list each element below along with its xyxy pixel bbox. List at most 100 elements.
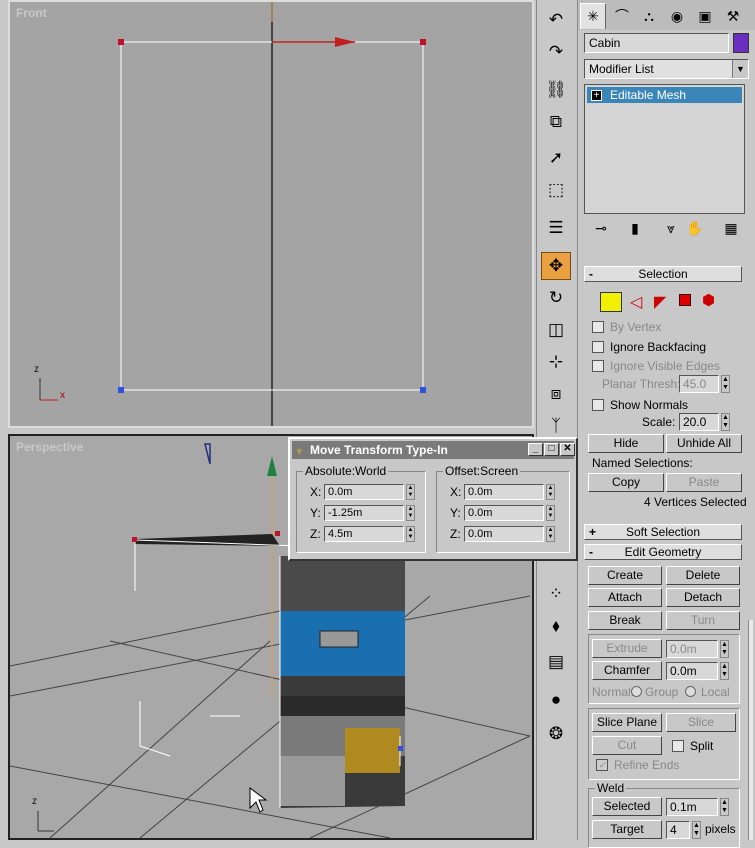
select-link-icon[interactable]: ⛓ bbox=[541, 76, 571, 104]
spinner-arrows-icon[interactable]: ▲ ▼ bbox=[720, 662, 729, 680]
turn-button[interactable]: Turn bbox=[666, 611, 740, 630]
spinner-arrows-icon[interactable]: ▲ ▼ bbox=[546, 505, 555, 521]
make-unique-icon[interactable]: ⩔ bbox=[660, 218, 682, 238]
unhide-all-button[interactable]: Unhide All bbox=[666, 434, 742, 453]
undo-icon[interactable]: ↶ bbox=[541, 6, 571, 34]
create-button[interactable]: Create bbox=[588, 566, 662, 585]
cut-button[interactable]: Cut bbox=[592, 736, 662, 755]
paste-button[interactable]: Paste bbox=[666, 473, 742, 492]
vertex-mode-icon[interactable] bbox=[600, 292, 622, 312]
spinner-arrows-icon[interactable]: ▲ ▼ bbox=[406, 505, 415, 521]
ignore-backfacing-label: Ignore Backfacing bbox=[610, 340, 707, 354]
weld-target-button[interactable]: Target bbox=[592, 820, 662, 839]
delete-button[interactable]: Delete bbox=[666, 566, 740, 585]
chamfer-value[interactable]: 0.0m bbox=[666, 662, 718, 680]
group-radio[interactable] bbox=[631, 686, 642, 697]
face-mode-icon[interactable]: ◤ bbox=[654, 292, 666, 312]
align-icon[interactable]: ⁘ bbox=[541, 580, 571, 608]
select-object-icon[interactable]: ➚ bbox=[541, 144, 571, 172]
scale-tool-icon[interactable]: ◫ bbox=[541, 316, 571, 344]
manipulate-icon[interactable]: ⧈ bbox=[541, 380, 571, 408]
stack-item-editable-mesh[interactable]: + Editable Mesh bbox=[587, 87, 742, 103]
expand-icon[interactable]: + bbox=[591, 89, 602, 101]
dialog-titlebar[interactable]: ♆ Move Transform Type-In _ □ ✕ bbox=[292, 441, 575, 459]
weld-threshold-value[interactable]: 0.1m bbox=[666, 798, 718, 816]
split-checkbox[interactable]: Split bbox=[672, 738, 713, 754]
local-label: Local bbox=[701, 685, 730, 699]
redo-icon[interactable]: ↷ bbox=[541, 38, 571, 66]
spinner-arrows-icon[interactable]: ▲ ▼ bbox=[546, 526, 555, 542]
break-button[interactable]: Break bbox=[588, 611, 662, 630]
weld-selected-button[interactable]: Selected bbox=[592, 797, 662, 816]
by-vertex-checkbox[interactable]: By Vertex bbox=[592, 319, 661, 335]
edit-geometry-rollout-header[interactable]: - Edit Geometry bbox=[584, 544, 742, 560]
normal-align-icon[interactable]: ⬧ bbox=[541, 612, 571, 640]
show-end-result-icon[interactable]: ▮ bbox=[624, 218, 646, 238]
attach-button[interactable]: Attach bbox=[588, 588, 662, 607]
ignore-backfacing-checkbox[interactable]: Ignore Backfacing bbox=[592, 339, 706, 355]
abs-y-input[interactable]: -1.25m bbox=[324, 505, 404, 521]
slice-plane-button[interactable]: Slice Plane bbox=[592, 713, 662, 732]
off-x-input[interactable]: 0.0m bbox=[464, 484, 544, 500]
weld-target-value[interactable]: 4 bbox=[666, 821, 690, 839]
abs-z-input[interactable]: 4.5m bbox=[324, 526, 404, 542]
create-tab-icon[interactable]: ✳ bbox=[580, 3, 606, 29]
soft-selection-rollout-header[interactable]: + Soft Selection bbox=[584, 524, 742, 540]
maximize-icon[interactable]: □ bbox=[544, 443, 559, 456]
layers-icon[interactable]: ▤ bbox=[541, 648, 571, 676]
motion-tab-icon[interactable]: ◉ bbox=[664, 3, 690, 29]
spinner-arrows-icon[interactable]: ▲ ▼ bbox=[546, 484, 555, 500]
polygon-mode-icon[interactable] bbox=[679, 294, 691, 306]
extrude-value[interactable]: 0.0m bbox=[666, 640, 718, 658]
selection-rollout-header[interactable]: - Selection bbox=[584, 266, 742, 282]
hierarchy-tab-icon[interactable]: ⛬ bbox=[636, 3, 662, 29]
extrude-button[interactable]: Extrude bbox=[592, 639, 662, 658]
rotate-tool-icon[interactable]: ↻ bbox=[541, 284, 571, 312]
spinner-arrows-icon[interactable]: ▲ ▼ bbox=[720, 640, 729, 658]
unlink-icon[interactable]: ⧉ bbox=[541, 108, 571, 136]
spinner-arrows-icon[interactable]: ▲ ▼ bbox=[720, 798, 729, 816]
spinner-arrows-icon[interactable]: ▲ ▼ bbox=[721, 413, 730, 431]
spinner-arrows-icon[interactable]: ▲ ▼ bbox=[406, 484, 415, 500]
spinner-arrows-icon[interactable]: ▲ ▼ bbox=[692, 821, 701, 839]
planar-thresh-value[interactable]: 45.0 bbox=[679, 375, 719, 393]
scale-value[interactable]: 20.0 bbox=[679, 413, 719, 431]
utilities-tab-icon[interactable]: ⚒ bbox=[720, 3, 746, 29]
close-icon[interactable]: ✕ bbox=[560, 443, 575, 456]
spinner-arrows-icon[interactable]: ▲ ▼ bbox=[721, 375, 730, 393]
slice-button[interactable]: Slice bbox=[666, 713, 736, 732]
spinner-arrows-icon[interactable]: ▲ ▼ bbox=[406, 526, 415, 542]
display-tab-icon[interactable]: ▣ bbox=[692, 3, 718, 29]
mirror-icon[interactable]: ᛉ bbox=[541, 412, 571, 440]
local-radio[interactable] bbox=[685, 686, 696, 697]
minimize-icon[interactable]: _ bbox=[528, 443, 543, 456]
element-mode-icon[interactable]: ⬢ bbox=[702, 291, 715, 309]
remove-modifier-icon[interactable]: ✋ bbox=[684, 218, 706, 238]
chamfer-button[interactable]: Chamfer bbox=[592, 661, 662, 680]
object-name-field[interactable]: Cabin bbox=[584, 33, 729, 53]
show-normals-checkbox[interactable]: Show Normals bbox=[592, 397, 688, 413]
select-by-name-icon[interactable]: ☰ bbox=[541, 214, 571, 242]
refine-ends-checkbox[interactable]: ✓ Refine Ends bbox=[596, 757, 679, 773]
ignore-visible-edges-checkbox[interactable]: Ignore Visible Edges bbox=[592, 358, 720, 374]
off-z-input[interactable]: 0.0m bbox=[464, 526, 544, 542]
edge-mode-icon[interactable]: ◁ bbox=[630, 292, 642, 312]
hide-button[interactable]: Hide bbox=[588, 434, 664, 453]
pivot-icon[interactable]: ⊹ bbox=[541, 348, 571, 376]
abs-x-input[interactable]: 0.0m bbox=[324, 484, 404, 500]
configure-sets-icon[interactable]: ▦ bbox=[720, 218, 742, 238]
modifier-list-dropdown[interactable]: Modifier List ▼ bbox=[584, 59, 749, 79]
modify-tab-icon[interactable]: ⌒ bbox=[609, 3, 635, 29]
move-tool-icon[interactable]: ✥ bbox=[541, 252, 571, 280]
pin-stack-icon[interactable]: ⊸ bbox=[590, 218, 612, 238]
panel-scrollbar[interactable] bbox=[748, 620, 753, 840]
material-editor-icon[interactable]: ● bbox=[541, 686, 571, 714]
object-color-swatch[interactable] bbox=[733, 33, 749, 53]
render-icon[interactable]: ❂ bbox=[541, 720, 571, 748]
copy-button[interactable]: Copy bbox=[588, 473, 664, 492]
select-region-icon[interactable]: ⬚ bbox=[541, 176, 571, 204]
modifier-stack[interactable]: + Editable Mesh bbox=[584, 84, 745, 214]
detach-button[interactable]: Detach bbox=[666, 588, 740, 607]
front-viewport[interactable]: Front z x bbox=[8, 0, 534, 428]
off-y-input[interactable]: 0.0m bbox=[464, 505, 544, 521]
